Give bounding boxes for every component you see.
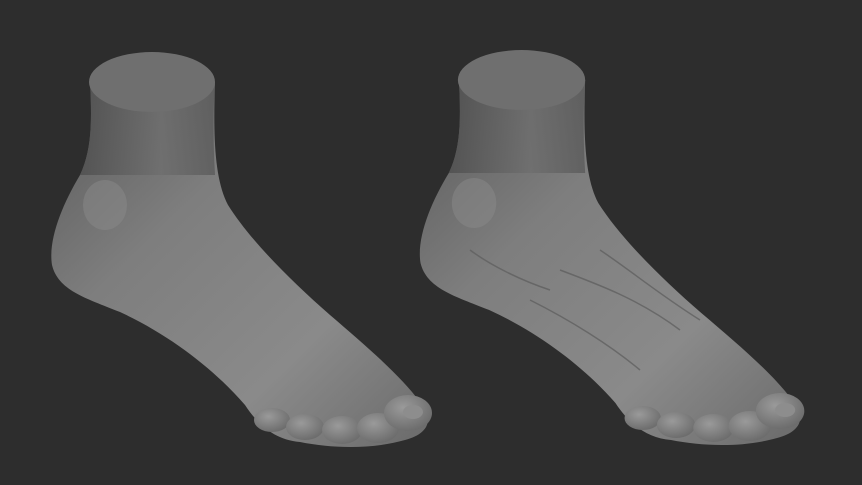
render-viewport [0, 0, 862, 485]
